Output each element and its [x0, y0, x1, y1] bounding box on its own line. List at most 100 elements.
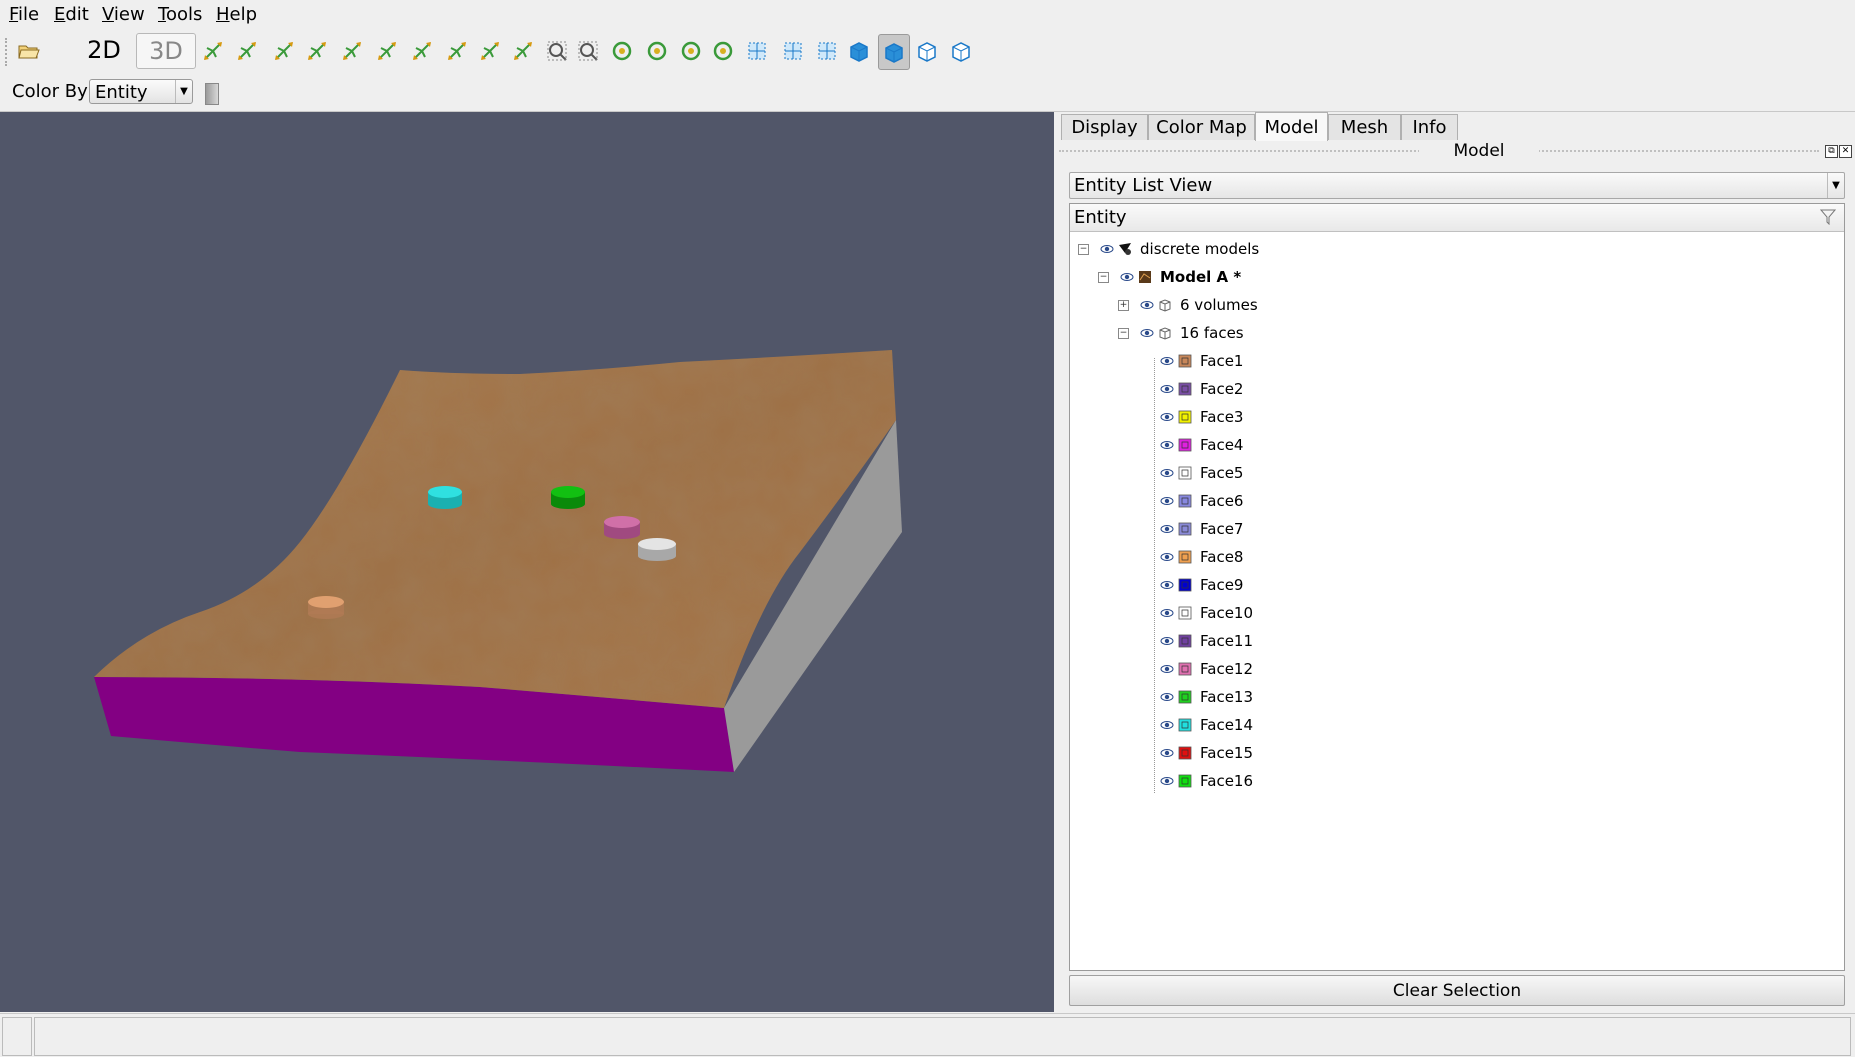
eye-icon	[1160, 385, 1174, 393]
tree-item-discrete-models[interactable]: − discrete models	[1078, 237, 1260, 261]
zoom-to-box-button[interactable]	[232, 34, 262, 68]
mode-2d-button[interactable]: 2D	[84, 33, 124, 67]
zoom-button[interactable]	[542, 34, 572, 68]
collapse-toggle[interactable]: −	[1098, 272, 1109, 283]
tree-item-label: Face12	[1200, 660, 1254, 678]
wireframe-cube-button[interactable]	[912, 34, 942, 68]
eye-icon	[1100, 245, 1114, 253]
tree-item-label: Face16	[1200, 772, 1254, 790]
tree-item-face[interactable]: Face10	[1160, 601, 1253, 625]
collapse-toggle[interactable]: −	[1118, 328, 1129, 339]
status-message	[34, 1017, 1851, 1056]
entity-tree[interactable]: Entity − discrete models − Model A * +6 volu…	[1069, 203, 1845, 971]
view-minus-z-icon	[448, 42, 466, 60]
collapse-toggle[interactable]: −	[1078, 244, 1089, 255]
cylinder-cyan[interactable]	[428, 486, 462, 509]
toolbar-grip[interactable]	[5, 38, 10, 66]
zoom-to-box-icon	[238, 42, 256, 60]
tree-item-face[interactable]: Face13	[1160, 685, 1253, 709]
eye-icon	[1160, 777, 1174, 785]
tree-connector	[1154, 358, 1155, 793]
tree-item-face[interactable]: Face14	[1160, 713, 1253, 737]
tree-item-label: Face3	[1200, 408, 1244, 426]
reset-camera-button[interactable]	[198, 34, 228, 68]
view-minus-y-button[interactable]	[372, 34, 402, 68]
tab-info[interactable]: Info	[1401, 114, 1458, 140]
tree-item-label: 6 volumes	[1180, 296, 1258, 314]
tree-item-face[interactable]: Face4	[1160, 433, 1243, 457]
points-cube-button[interactable]	[946, 34, 976, 68]
filter-icon[interactable]	[1820, 209, 1836, 225]
tree-item-face[interactable]: Face1	[1160, 349, 1243, 373]
model-icon	[1139, 271, 1151, 283]
eye-icon	[1140, 329, 1154, 337]
orientation-button[interactable]	[708, 34, 738, 68]
tree-item-label: discrete models	[1140, 240, 1260, 258]
rotate-minus-90-button[interactable]	[508, 34, 538, 68]
tree-item-face[interactable]: Face6	[1160, 489, 1243, 513]
rotate-plus-90-button[interactable]	[475, 34, 505, 68]
wire-cube-icon	[1159, 327, 1171, 340]
tree-item-volumes[interactable]: +6 volumes	[1118, 293, 1258, 317]
tab-color-map[interactable]: Color Map	[1148, 114, 1255, 140]
clear-selection-button[interactable]: Clear Selection	[1069, 975, 1845, 1006]
tree-item-faces[interactable]: − 16 faces	[1118, 321, 1244, 345]
tab-display[interactable]: Display	[1061, 114, 1148, 140]
select-box-button[interactable]	[742, 34, 772, 68]
tree-item-face[interactable]: Face7	[1160, 517, 1243, 541]
grid-icon	[578, 41, 598, 61]
close-icon[interactable]: ✕	[1839, 145, 1852, 158]
solid-cube-icon	[850, 42, 868, 62]
tree-item-face[interactable]: Face15	[1160, 741, 1253, 765]
tree-item-face[interactable]: Face11	[1160, 629, 1253, 653]
tree-item-face[interactable]: Face8	[1160, 545, 1243, 569]
view-minus-z-button[interactable]	[442, 34, 472, 68]
status-bar	[0, 1013, 1855, 1057]
tree-item-face[interactable]: Face3	[1160, 405, 1243, 429]
pick-center-icon	[647, 41, 667, 61]
color-swatch[interactable]	[205, 83, 219, 105]
cylinder-tan[interactable]	[308, 596, 344, 619]
float-icon[interactable]: ⧉	[1825, 145, 1838, 158]
list-view-select[interactable]: Entity List View ▼	[1069, 172, 1845, 199]
menu-tools[interactable]: Tools	[158, 4, 202, 25]
solid-cube-button[interactable]	[844, 34, 874, 68]
tree-item-face[interactable]: Face12	[1160, 657, 1253, 681]
tree-item-face[interactable]: Face16	[1160, 769, 1253, 793]
view-plus-y-button[interactable]	[337, 34, 367, 68]
tree-item-model-a[interactable]: − Model A *	[1098, 265, 1241, 289]
tree-header[interactable]: Entity	[1070, 204, 1844, 232]
select-box-icon	[748, 42, 766, 60]
menu-view[interactable]: View	[102, 4, 145, 25]
cylinder-white[interactable]	[638, 538, 676, 561]
dock-title-bar: Model	[1059, 140, 1855, 162]
select-cells-button[interactable]	[778, 34, 808, 68]
center-rotation-button[interactable]	[607, 34, 637, 68]
list-view-value: Entity List View	[1074, 175, 1213, 196]
pick-center-button[interactable]	[642, 34, 672, 68]
select-entity-button[interactable]	[812, 34, 842, 68]
mode-3d-button[interactable]: 3D	[136, 33, 196, 69]
collapse-toggle[interactable]: +	[1118, 300, 1129, 311]
menu-file[interactable]: File	[9, 4, 39, 25]
cylinder-pink[interactable]	[604, 516, 640, 539]
menu-edit[interactable]: Edit	[54, 4, 89, 25]
menu-help[interactable]: Help	[216, 4, 257, 25]
color-by-select[interactable]: Entity ▼	[89, 79, 193, 104]
cylinder-green[interactable]	[551, 486, 585, 509]
reset-rotation-button[interactable]	[676, 34, 706, 68]
tab-mesh[interactable]: Mesh	[1328, 114, 1401, 140]
view-minus-x-button[interactable]	[302, 34, 332, 68]
tree-item-label: Face7	[1200, 520, 1244, 538]
tab-model[interactable]: Model	[1255, 112, 1328, 141]
tree-item-face[interactable]: Face5	[1160, 461, 1243, 485]
render-viewport[interactable]	[0, 112, 1054, 1012]
face-icon	[1178, 634, 1192, 648]
view-plus-x-button[interactable]	[269, 34, 299, 68]
solid-edges-cube-button[interactable]	[878, 34, 910, 70]
tree-item-face[interactable]: Face9	[1160, 573, 1243, 597]
grid-button[interactable]	[573, 34, 603, 68]
view-plus-z-button[interactable]	[407, 34, 437, 68]
open-folder-button[interactable]	[14, 34, 44, 68]
tree-item-face[interactable]: Face2	[1160, 377, 1243, 401]
